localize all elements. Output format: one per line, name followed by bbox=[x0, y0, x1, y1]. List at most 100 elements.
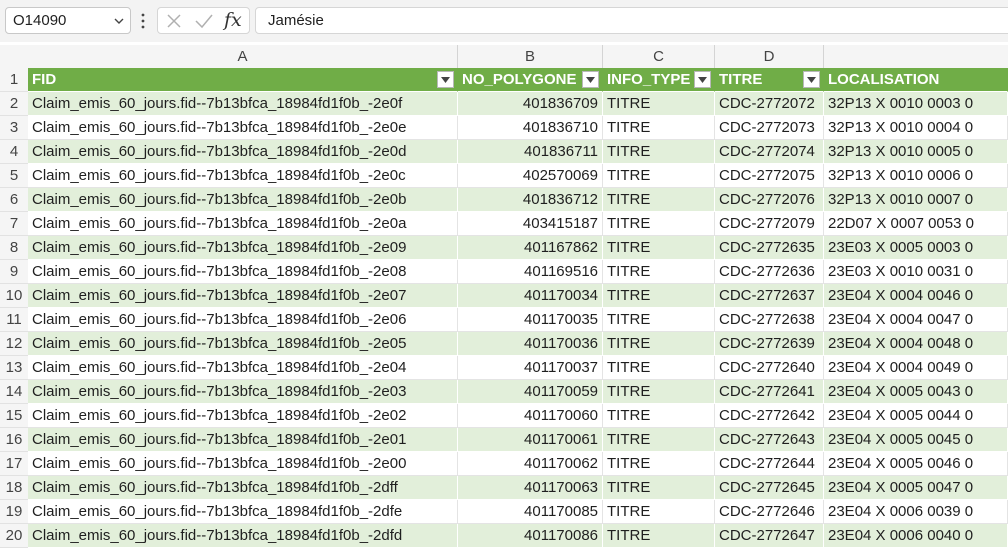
table-cell[interactable]: Claim_emis_60_jours.fid--7b13bfca_18984f… bbox=[28, 356, 458, 380]
table-cell[interactable]: 23E03 X 0010 0031 0 bbox=[824, 260, 1008, 284]
table-cell[interactable]: 401836710 bbox=[458, 116, 603, 140]
table-cell[interactable]: CDC-2772076 bbox=[715, 188, 824, 212]
table-cell[interactable]: 403415187 bbox=[458, 212, 603, 236]
table-cell[interactable]: 23E04 X 0006 0039 0 bbox=[824, 500, 1008, 524]
table-cell[interactable]: CDC-2772635 bbox=[715, 236, 824, 260]
column-header-b[interactable]: B bbox=[458, 45, 603, 68]
table-cell[interactable]: 23E04 X 0006 0040 0 bbox=[824, 524, 1008, 548]
column-header-e[interactable] bbox=[824, 45, 1008, 68]
table-cell[interactable]: TITRE bbox=[603, 404, 715, 428]
table-cell[interactable]: 401170062 bbox=[458, 452, 603, 476]
filter-dropdown-icon[interactable] bbox=[694, 71, 711, 88]
table-cell[interactable]: 401836709 bbox=[458, 92, 603, 116]
table-cell[interactable]: Claim_emis_60_jours.fid--7b13bfca_18984f… bbox=[28, 524, 458, 548]
insert-function-icon[interactable]: fx bbox=[224, 9, 242, 31]
table-cell[interactable]: CDC-2772636 bbox=[715, 260, 824, 284]
table-cell[interactable]: 401170060 bbox=[458, 404, 603, 428]
table-cell[interactable]: TITRE bbox=[603, 164, 715, 188]
row-header[interactable]: 19 bbox=[0, 500, 28, 524]
table-cell[interactable]: Claim_emis_60_jours.fid--7b13bfca_18984f… bbox=[28, 188, 458, 212]
table-cell[interactable]: Claim_emis_60_jours.fid--7b13bfca_18984f… bbox=[28, 92, 458, 116]
table-cell[interactable]: CDC-2772638 bbox=[715, 308, 824, 332]
table-cell[interactable]: 23E04 X 0005 0045 0 bbox=[824, 428, 1008, 452]
table-cell[interactable]: CDC-2772642 bbox=[715, 404, 824, 428]
table-cell[interactable]: CDC-2772644 bbox=[715, 452, 824, 476]
table-cell[interactable]: 32P13 X 0010 0004 0 bbox=[824, 116, 1008, 140]
row-header[interactable]: 14 bbox=[0, 380, 28, 404]
table-cell[interactable]: Claim_emis_60_jours.fid--7b13bfca_18984f… bbox=[28, 308, 458, 332]
table-cell[interactable]: 23E04 X 0004 0048 0 bbox=[824, 332, 1008, 356]
table-cell[interactable]: 23E04 X 0004 0049 0 bbox=[824, 356, 1008, 380]
header-cell-titre[interactable]: TITRE bbox=[715, 68, 824, 92]
formula-input[interactable]: Jamésie bbox=[255, 7, 1008, 34]
table-cell[interactable]: CDC-2772073 bbox=[715, 116, 824, 140]
table-cell[interactable]: Claim_emis_60_jours.fid--7b13bfca_18984f… bbox=[28, 332, 458, 356]
table-cell[interactable]: CDC-2772647 bbox=[715, 524, 824, 548]
table-cell[interactable]: Claim_emis_60_jours.fid--7b13bfca_18984f… bbox=[28, 284, 458, 308]
column-header-a[interactable]: A bbox=[28, 45, 458, 68]
filter-dropdown-icon[interactable] bbox=[437, 71, 454, 88]
table-cell[interactable]: Claim_emis_60_jours.fid--7b13bfca_18984f… bbox=[28, 116, 458, 140]
table-cell[interactable]: TITRE bbox=[603, 452, 715, 476]
header-cell-localisation[interactable]: LOCALISATION bbox=[824, 68, 1008, 92]
table-cell[interactable]: Claim_emis_60_jours.fid--7b13bfca_18984f… bbox=[28, 452, 458, 476]
table-cell[interactable]: TITRE bbox=[603, 428, 715, 452]
column-header-c[interactable]: C bbox=[603, 45, 715, 68]
table-cell[interactable]: CDC-2772643 bbox=[715, 428, 824, 452]
table-cell[interactable]: Claim_emis_60_jours.fid--7b13bfca_18984f… bbox=[28, 164, 458, 188]
table-cell[interactable]: TITRE bbox=[603, 260, 715, 284]
table-cell[interactable]: TITRE bbox=[603, 92, 715, 116]
table-cell[interactable]: TITRE bbox=[603, 236, 715, 260]
table-cell[interactable]: 401170059 bbox=[458, 380, 603, 404]
table-cell[interactable]: 401169516 bbox=[458, 260, 603, 284]
table-cell[interactable]: 401170035 bbox=[458, 308, 603, 332]
row-header[interactable]: 20 bbox=[0, 524, 28, 548]
table-cell[interactable]: 401170086 bbox=[458, 524, 603, 548]
table-cell[interactable]: TITRE bbox=[603, 308, 715, 332]
row-header[interactable]: 2 bbox=[0, 92, 28, 116]
table-cell[interactable]: 401170036 bbox=[458, 332, 603, 356]
filter-dropdown-icon[interactable] bbox=[582, 71, 599, 88]
table-cell[interactable]: 401170061 bbox=[458, 428, 603, 452]
table-cell[interactable]: Claim_emis_60_jours.fid--7b13bfca_18984f… bbox=[28, 236, 458, 260]
table-cell[interactable]: CDC-2772641 bbox=[715, 380, 824, 404]
row-header[interactable]: 11 bbox=[0, 308, 28, 332]
table-cell[interactable]: TITRE bbox=[603, 380, 715, 404]
header-cell-fid[interactable]: FID bbox=[28, 68, 458, 92]
row-header[interactable]: 6 bbox=[0, 188, 28, 212]
enter-check-icon[interactable] bbox=[194, 13, 214, 29]
table-cell[interactable]: CDC-2772637 bbox=[715, 284, 824, 308]
table-cell[interactable]: 401170085 bbox=[458, 500, 603, 524]
table-cell[interactable]: 32P13 X 0010 0007 0 bbox=[824, 188, 1008, 212]
row-header[interactable]: 5 bbox=[0, 164, 28, 188]
table-cell[interactable]: 401170034 bbox=[458, 284, 603, 308]
table-cell[interactable]: Claim_emis_60_jours.fid--7b13bfca_18984f… bbox=[28, 212, 458, 236]
table-cell[interactable]: 401836711 bbox=[458, 140, 603, 164]
table-cell[interactable]: Claim_emis_60_jours.fid--7b13bfca_18984f… bbox=[28, 404, 458, 428]
table-cell[interactable]: 401167862 bbox=[458, 236, 603, 260]
table-cell[interactable]: CDC-2772640 bbox=[715, 356, 824, 380]
row-header[interactable]: 13 bbox=[0, 356, 28, 380]
row-header[interactable]: 12 bbox=[0, 332, 28, 356]
table-cell[interactable]: TITRE bbox=[603, 140, 715, 164]
row-header[interactable]: 18 bbox=[0, 476, 28, 500]
table-cell[interactable]: TITRE bbox=[603, 476, 715, 500]
table-cell[interactable]: CDC-2772639 bbox=[715, 332, 824, 356]
row-header[interactable]: 7 bbox=[0, 212, 28, 236]
table-cell[interactable]: 23E03 X 0005 0003 0 bbox=[824, 236, 1008, 260]
vertical-dots-icon[interactable] bbox=[140, 12, 146, 30]
table-cell[interactable]: 23E04 X 0005 0044 0 bbox=[824, 404, 1008, 428]
table-cell[interactable]: 23E04 X 0004 0046 0 bbox=[824, 284, 1008, 308]
table-cell[interactable]: TITRE bbox=[603, 212, 715, 236]
table-cell[interactable]: 23E04 X 0004 0047 0 bbox=[824, 308, 1008, 332]
row-header[interactable]: 10 bbox=[0, 284, 28, 308]
table-cell[interactable]: TITRE bbox=[603, 356, 715, 380]
table-cell[interactable]: TITRE bbox=[603, 500, 715, 524]
table-cell[interactable]: 401170063 bbox=[458, 476, 603, 500]
row-header[interactable]: 9 bbox=[0, 260, 28, 284]
table-cell[interactable]: 22D07 X 0007 0053 0 bbox=[824, 212, 1008, 236]
table-cell[interactable]: TITRE bbox=[603, 284, 715, 308]
name-box[interactable]: O14090 bbox=[5, 7, 131, 34]
row-header[interactable]: 1 bbox=[0, 68, 28, 92]
select-all-corner[interactable] bbox=[0, 45, 28, 68]
